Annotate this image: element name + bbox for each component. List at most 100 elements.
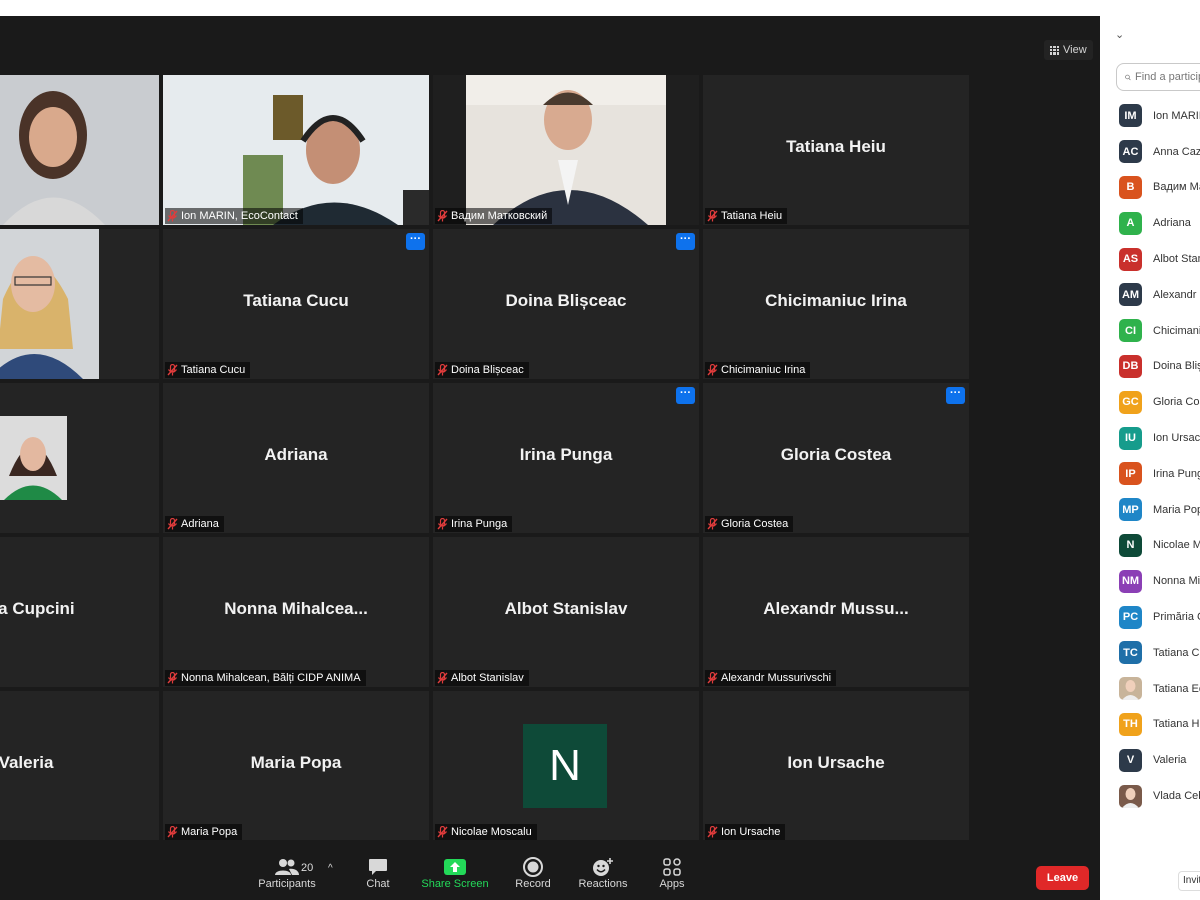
participant-search-input[interactable] [1135,71,1200,83]
participant-list-item[interactable]: AC Anna Cazacu [1119,134,1200,170]
video-tile[interactable]: Tatiana Cucu Tatiana Cucu ··· [163,229,429,379]
window-top-strip [0,0,1200,16]
participant-list-item[interactable]: PC Primăria Cupcini [1119,599,1200,635]
tile-name-text: Maria Popa [181,826,238,838]
participant-name: Irina Punga [1153,467,1200,480]
tile-name-label: Nonna Mihalcean, Bălți CIDP ANIMA [165,670,366,686]
video-tile[interactable]: Вадим Матковский [433,75,699,225]
participant-initials-avatar: AS [1119,247,1142,271]
video-tile[interactable]: Alexandr Mussu... Alexandr Mussurivschi [703,537,969,687]
participants-menu-caret[interactable]: ^ [328,863,333,874]
chat-icon [343,856,413,878]
participant-list-item[interactable]: AM Alexandr Mussurivschi [1119,277,1200,313]
video-tile[interactable]: Valeria [0,691,159,841]
video-tile[interactable]: EcoContact [0,75,159,225]
participant-name: Chicimaniuc Irina [1153,324,1200,337]
participant-name: Nicolae Moscalu [1153,539,1200,552]
participant-list-item[interactable]: AS Albot Stanislav [1119,241,1200,277]
video-tile[interactable]: Albot Stanislav Albot Stanislav [433,537,699,687]
participant-initials-avatar: NM [1119,569,1142,593]
more-options-icon[interactable]: ··· [676,387,695,404]
leave-button[interactable]: Leave [1036,866,1089,890]
video-tile[interactable]: Ion MARIN, EcoContact [163,75,429,225]
tile-display-name: Valeria [0,753,54,772]
participant-list-item[interactable]: GC Gloria Costea [1119,384,1200,420]
video-tile[interactable]: Adriana Adriana [163,383,429,533]
tile-name-label: Ion MARIN, EcoContact [165,208,303,224]
participant-list-item[interactable]: NM Nonna Mihalcean, Bălți CIDP ANIMA [1119,563,1200,599]
muted-mic-icon [707,517,718,530]
participant-list-item[interactable]: MP Maria Popa [1119,492,1200,528]
tile-display-name: Tatiana Heiu [786,137,886,156]
participant-list-item[interactable]: TC Tatiana Cucu [1119,635,1200,671]
meeting-area: View EcoContact Ion MARIN, EcoContact Вади… [0,16,1100,900]
video-tile[interactable]: Nonna Mihalcea... Nonna Mihalcean, Bălți … [163,537,429,687]
participant-initials-avatar: IU [1119,426,1142,450]
record-icon [498,856,568,878]
more-options-icon[interactable]: ··· [946,387,965,404]
participant-list-item[interactable]: IP Irina Punga [1119,456,1200,492]
participant-initials-avatar: IP [1119,462,1142,486]
tile-name-label: Doina Blișceac [435,362,529,378]
apps-button[interactable]: Apps [637,856,707,890]
participant-name: Primăria Cupcini [1153,611,1200,624]
participant-list-item[interactable]: Vlada Ceban [1119,778,1200,814]
participant-initials-avatar: TH [1119,712,1142,736]
participant-list-item[interactable]: A Adriana [1119,205,1200,241]
tile-display-name: Adriana [264,445,328,464]
participant-name: Valeria [1153,754,1187,767]
video-tile[interactable]: N Nicolae Moscalu [433,691,699,841]
tile-name-label: Albot Stanislav [435,670,529,686]
participant-name: Doina Blișceac [1153,360,1200,373]
participant-list-item[interactable]: N Nicolae Moscalu [1119,528,1200,564]
video-tile[interactable]: Gloria Costea Gloria Costea ··· [703,383,969,533]
video-tile[interactable]: Ion Ursache Ion Ursache [703,691,969,841]
share-screen-button[interactable]: Share Screen [420,856,490,890]
participant-initials-avatar: MP [1119,498,1142,522]
participant-list-item[interactable]: CI Chicimaniuc Irina [1119,313,1200,349]
tile-display-name: Ion Ursache [787,753,885,772]
participant-name: Tatiana Heiu [1153,718,1200,731]
participant-list-item[interactable]: IM Ion MARIN, EcoContact [1119,98,1200,134]
video-tile[interactable] [0,383,159,533]
muted-mic-icon [167,209,178,222]
tile-name-label: Ion Ursache [705,824,786,840]
view-button[interactable]: View [1044,40,1093,60]
participant-name: Tatiana Cucu [1153,646,1200,659]
invite-button[interactable]: Invite [1178,871,1200,891]
collapse-chevron-icon[interactable]: ⌄ [1115,28,1124,41]
participant-list-item[interactable]: TH Tatiana Heiu [1119,707,1200,743]
tile-display-name: Irina Punga [519,445,613,464]
tile-name-text: Вадим Матковский [451,210,548,222]
reactions-button[interactable]: Reactions [568,856,638,890]
participant-search[interactable] [1116,63,1200,91]
video-tile[interactable]: Maria Popa Maria Popa [163,691,429,841]
participant-list-item[interactable]: Tatiana Ecosmart [1119,671,1200,707]
video-tile[interactable] [0,229,159,379]
video-tile[interactable]: Doina Blișceac Doina Blișceac ··· [433,229,699,379]
participant-list-item[interactable]: IU Ion Ursache [1119,420,1200,456]
participant-list-item[interactable]: V Valeria [1119,742,1200,778]
tile-display-name: Tatiana Cucu [243,291,349,310]
participant-list-item[interactable]: B Вадим Матковский [1119,170,1200,206]
participant-name: Maria Popa [1153,503,1200,516]
video-tile[interactable]: Tatiana Heiu Tatiana Heiu [703,75,969,225]
apps-icon [637,856,707,878]
search-icon [1125,74,1131,80]
more-options-icon[interactable]: ··· [676,233,695,250]
video-tile[interactable]: Chicimaniuc Irina Chicimaniuc Irina [703,229,969,379]
video-tile[interactable]: Irina Punga Irina Punga ··· [433,383,699,533]
chat-button[interactable]: Chat [343,856,413,890]
tile-name-label: Chicimaniuc Irina [705,362,811,378]
muted-mic-icon [167,517,178,530]
muted-mic-icon [167,825,178,838]
video-tile[interactable]: ăria Cupcini [0,537,159,687]
reactions-icon [568,856,638,878]
participant-list-item[interactable]: DB Doina Blișceac [1119,349,1200,385]
tile-display-name: Chicimaniuc Irina [765,291,907,310]
more-options-icon[interactable]: ··· [406,233,425,250]
participant-name: Ion Ursache [1153,432,1200,445]
video-feed [0,416,67,500]
record-button[interactable]: Record [498,856,568,890]
tile-name-text: Nonna Mihalcean, Bălți CIDP ANIMA [181,672,361,684]
